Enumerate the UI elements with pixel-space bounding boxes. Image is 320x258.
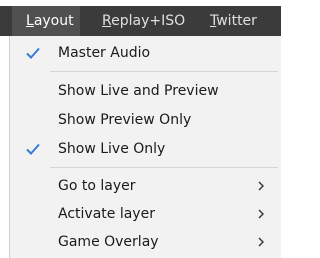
menu-item-label: Activate layer bbox=[58, 206, 155, 222]
layout-dropdown-menu: Master Audio Show Live and Preview Show … bbox=[9, 36, 281, 258]
menu-item-label: Show Live and Preview bbox=[58, 83, 219, 99]
menu-item-show-preview-only[interactable]: Show Preview Only bbox=[10, 106, 281, 134]
menu-item-label: Go to layer bbox=[58, 178, 136, 194]
menu-tab-label: witter bbox=[216, 13, 257, 29]
menu-tab-twitter[interactable]: Twitter bbox=[210, 6, 257, 36]
menu-item-show-live-and-preview[interactable]: Show Live and Preview bbox=[10, 77, 281, 105]
menu-tab-label: ayout bbox=[33, 13, 74, 29]
menu-separator bbox=[50, 71, 278, 72]
menu-item-game-overlay[interactable]: Game Overlay bbox=[10, 228, 281, 256]
checkmark-icon bbox=[26, 143, 40, 155]
menu-tab-mnemonic: L bbox=[26, 13, 34, 29]
menubar: Layout Replay+ISO Twitter bbox=[0, 0, 281, 36]
menu-separator bbox=[50, 167, 278, 168]
menu-item-label: Game Overlay bbox=[58, 234, 159, 250]
menu-item-activate-layer[interactable]: Activate layer bbox=[10, 200, 281, 228]
chevron-right-icon bbox=[258, 237, 264, 247]
menu-item-label: Show Live Only bbox=[58, 141, 166, 157]
menu-tab-label: eplay+ISO bbox=[111, 13, 186, 29]
menu-tab-replay-iso[interactable]: Replay+ISO bbox=[102, 6, 185, 36]
menu-tab-mnemonic: R bbox=[102, 13, 112, 29]
menu-item-label: Show Preview Only bbox=[58, 112, 192, 128]
menu-item-master-audio[interactable]: Master Audio bbox=[10, 39, 281, 67]
menu-item-show-live-only[interactable]: Show Live Only bbox=[10, 135, 281, 163]
checkmark-icon bbox=[26, 47, 40, 59]
menu-item-label: Master Audio bbox=[58, 45, 151, 61]
chevron-right-icon bbox=[258, 209, 264, 219]
menu-item-go-to-layer[interactable]: Go to layer bbox=[10, 172, 281, 200]
chevron-right-icon bbox=[258, 181, 264, 191]
menu-tab-layout[interactable]: Layout bbox=[12, 6, 80, 36]
